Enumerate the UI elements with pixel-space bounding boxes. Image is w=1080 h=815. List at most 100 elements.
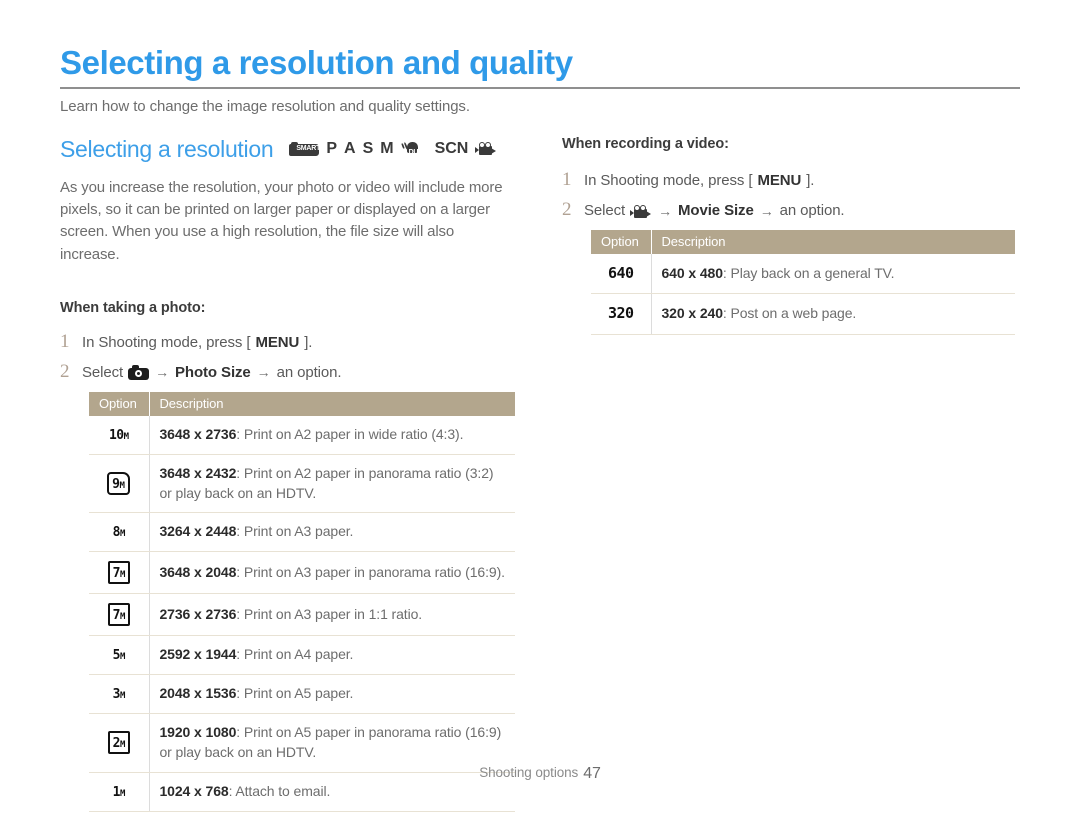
- movie-size-label: Movie Size: [678, 202, 754, 219]
- table-row: 9M 3648 x 2432: Print on A2 paper in pan…: [89, 454, 515, 514]
- photo-size-table-body: 10M 3648 x 2736: Print on A2 paper in wi…: [89, 415, 515, 812]
- document-page: Selecting a resolution and quality Learn…: [0, 0, 1080, 815]
- smart-label: SMART: [296, 145, 321, 152]
- page-title: Selecting a resolution and quality: [60, 44, 573, 81]
- description-cell: 3648 x 2736: Print on A2 paper in wide r…: [149, 415, 515, 455]
- camera-icon: [128, 364, 150, 380]
- resolution-desc: : Play back on a general TV.: [722, 264, 895, 281]
- step-text-post: ].: [304, 333, 313, 351]
- step-text-pre: In Shooting mode, press [: [82, 333, 251, 351]
- page-footer: Shooting options 47: [0, 765, 1080, 783]
- option-badge-cell: 10M: [89, 415, 150, 455]
- arrow-icon: →: [759, 202, 774, 219]
- description-cell: 2592 x 1944: Print on A4 paper.: [149, 635, 515, 676]
- photo-step-2: 2 Select → Photo Size → an option.: [60, 362, 530, 381]
- photo-size-table: Option Description 10M 3648 x 2736: Prin…: [89, 391, 515, 812]
- resolution-desc: : Print on A3 paper in panorama ratio (1…: [236, 563, 505, 580]
- resolution-desc: : Print on A5 paper.: [236, 685, 354, 702]
- table-row: 10M 3648 x 2736: Print on A2 paper in wi…: [89, 415, 515, 455]
- mode-a-icon: A: [344, 140, 356, 157]
- column-header-option: Option: [591, 230, 652, 254]
- option-badge-cell: 7M: [89, 593, 150, 637]
- arrow-icon: →: [658, 202, 672, 219]
- option-badge-cell: 9M: [89, 454, 150, 514]
- description-cell: 2048 x 1536: Print on A5 paper.: [149, 674, 515, 714]
- photo-subheading: When taking a photo:: [60, 299, 206, 316]
- column-header-description: Description: [651, 230, 1015, 254]
- step-text-pre: Select: [584, 202, 626, 219]
- table-row: 7M 3648 x 2048: Print on A3 paper in pan…: [89, 551, 515, 595]
- table-row: 640 640 x 480: Play back on a general TV…: [591, 254, 1015, 295]
- step-text-post: an option.: [276, 363, 342, 381]
- table-row: 2M 1920 x 1080: Print on A5 paper in pan…: [89, 713, 515, 773]
- resolution-desc: : Print on A3 paper.: [236, 523, 354, 540]
- mode-scn-icon: SCN: [434, 140, 469, 157]
- step-text-post: an option.: [779, 202, 845, 219]
- step-text: In Shooting mode, press [MENU].: [82, 334, 312, 351]
- resolution-value: 640 x 480: [661, 264, 723, 281]
- option-badge-cell: 3M: [89, 674, 150, 714]
- movie-camera-icon: [630, 205, 652, 220]
- table-row: 320 320 x 240: Post on a web page.: [591, 293, 1015, 335]
- mode-s-icon: S: [362, 140, 374, 157]
- movie-size-table: Option Description 640 640 x 480: Play b…: [591, 230, 1015, 335]
- resolution-value: 3264 x 2448: [159, 523, 237, 540]
- resolution-badge-icon: 10M: [108, 427, 129, 443]
- video-subheading: When recording a video:: [562, 136, 729, 152]
- step-number: 2: [562, 199, 572, 220]
- option-badge-cell: 8M: [89, 512, 150, 553]
- option-badge-cell: 2M: [89, 713, 150, 773]
- resolution-value: 320 x 240: [661, 305, 723, 321]
- video-step-1: 1 In Shooting mode, press [MENU].: [562, 170, 1020, 189]
- dual-label: DUAL: [408, 148, 428, 156]
- movie-mode-icon: [475, 141, 497, 157]
- intro-paragraph: As you increase the resolution, your pho…: [60, 179, 503, 263]
- menu-key-label: MENU: [757, 172, 802, 189]
- movie-size-table-body: 640 640 x 480: Play back on a general TV…: [591, 254, 1015, 335]
- photo-size-table-wrap: Option Description 10M 3648 x 2736: Prin…: [89, 391, 515, 812]
- resolution-badge-icon: 8M: [112, 525, 126, 541]
- column-header-description: Description: [149, 391, 515, 416]
- resolution-value: 2736 x 2736: [159, 605, 237, 622]
- table-head: Option Description: [89, 391, 515, 416]
- step-number: 1: [562, 169, 572, 190]
- resolution-value: 3648 x 2736: [159, 425, 237, 442]
- step-number: 1: [60, 330, 70, 352]
- table-row: 5M 2592 x 1944: Print on A4 paper.: [89, 635, 515, 676]
- resolution-desc: : Attach to email.: [228, 782, 331, 799]
- step-text-post: ].: [806, 172, 815, 189]
- page-header: Selecting a resolution and quality Learn…: [60, 44, 1020, 115]
- step-number: 2: [60, 360, 70, 382]
- movie-resolution-badge-icon: 640: [607, 264, 634, 282]
- resolution-value: 1920 x 1080: [159, 724, 237, 740]
- description-cell: 320 x 240: Post on a web page.: [651, 293, 1015, 335]
- table-row: 7M 2736 x 2736: Print on A3 paper in 1:1…: [89, 593, 515, 637]
- resolution-value: 3648 x 2048: [159, 563, 237, 580]
- movie-resolution-badge-icon: 320: [607, 304, 634, 323]
- step-text: In Shooting mode, press [MENU].: [584, 172, 814, 189]
- photo-step-1: 1 In Shooting mode, press [MENU].: [60, 332, 530, 351]
- movie-size-table-wrap: Option Description 640 640 x 480: Play b…: [591, 230, 1015, 335]
- step-text-pre: Select: [82, 363, 124, 381]
- description-cell: 3648 x 2432: Print on A2 paper in panora…: [149, 454, 515, 514]
- section-header: Selecting a resolution SMART P A S M DUA…: [60, 136, 530, 163]
- step-text: Select → Movie Size → an option.: [584, 202, 845, 219]
- resolution-value: 2048 x 1536: [159, 685, 237, 702]
- smart-camera-mode-icon: SMART: [289, 142, 321, 156]
- mode-icon-row: SMART P A S M DUAL SCN: [289, 140, 497, 158]
- mode-m-icon: M: [380, 140, 394, 157]
- resolution-desc: : Print on A2 paper in wide ratio (4:3).: [236, 425, 464, 442]
- arrow-icon: →: [256, 364, 271, 381]
- description-cell: 640 x 480: Play back on a general TV.: [651, 254, 1015, 295]
- resolution-value: 1024 x 768: [159, 782, 229, 799]
- arrow-icon: →: [155, 364, 169, 381]
- description-cell: 3648 x 2048: Print on A3 paper in panora…: [149, 551, 515, 595]
- resolution-badge-icon: 5M: [112, 648, 126, 664]
- table-header-row: Option Description: [591, 230, 1015, 254]
- column-header-option: Option: [89, 391, 150, 416]
- table-header-row: Option Description: [89, 391, 515, 416]
- page-subtitle: Learn how to change the image resolution…: [60, 97, 470, 115]
- step-text-pre: In Shooting mode, press [: [584, 172, 753, 189]
- option-badge-cell: 640: [591, 254, 652, 295]
- table-row: 8M 3264 x 2448: Print on A3 paper.: [89, 512, 515, 553]
